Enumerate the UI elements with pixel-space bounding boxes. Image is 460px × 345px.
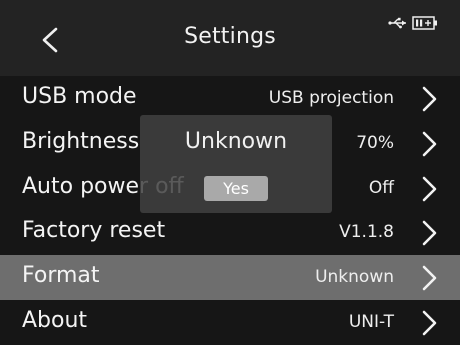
battery-icon — [412, 16, 437, 30]
settings-item-label: About — [22, 307, 88, 333]
header-bar: Settings — [0, 0, 460, 76]
usb-icon — [388, 17, 406, 29]
popup-dialog: Unknown Yes — [140, 115, 332, 213]
chevron-right-icon — [422, 221, 437, 246]
settings-item-value: UNI-T — [348, 311, 394, 332]
chevron-right-icon — [422, 86, 437, 112]
settings-item-format[interactable]: Format Unknown — [0, 255, 460, 300]
settings-item-factory-reset[interactable]: Factory reset V1.1.8 — [0, 210, 460, 255]
device-screen: Settings USB mode USB projection Brightn… — [0, 0, 460, 345]
settings-item-about[interactable]: About UNI-T — [0, 300, 460, 345]
yes-button[interactable]: Yes — [204, 176, 268, 201]
chevron-right-icon — [422, 131, 437, 157]
chevron-right-icon — [422, 310, 437, 336]
settings-item-value: Off — [368, 177, 394, 198]
chevron-right-icon — [422, 176, 437, 201]
chevron-right-icon — [422, 265, 437, 291]
settings-item-value: Unknown — [315, 267, 394, 288]
status-icons — [388, 13, 442, 33]
dialog-message: Unknown — [184, 129, 288, 154]
settings-item-label: USB mode — [22, 84, 137, 109]
settings-item-value: USB projection — [268, 88, 394, 108]
settings-item-label: Factory reset — [22, 218, 166, 244]
settings-item-value: V1.1.8 — [339, 222, 394, 243]
settings-item-value: 70% — [356, 132, 394, 153]
settings-item-label: Brightness — [22, 128, 140, 154]
settings-item-label: Format — [22, 263, 100, 289]
